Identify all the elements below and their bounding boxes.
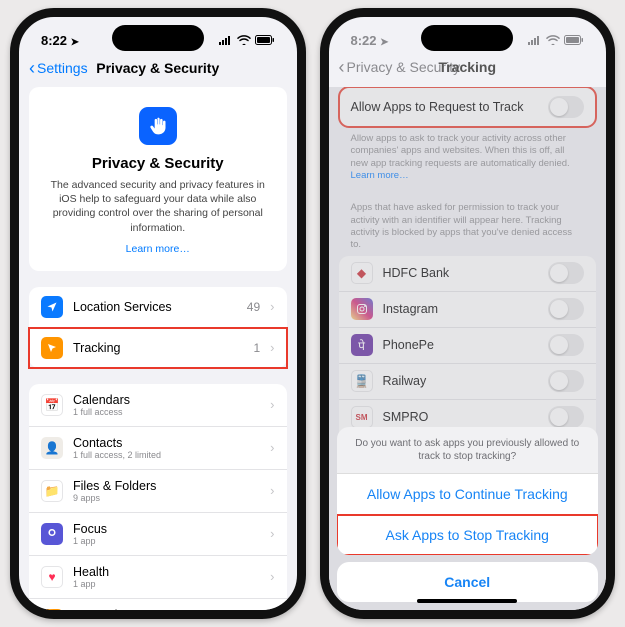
sheet-message: Do you want to ask apps you previously a… (337, 427, 599, 474)
learn-more-link[interactable]: Learn more… (351, 170, 409, 181)
row-label: Tracking (73, 341, 243, 355)
row-label: Files & Folders (73, 479, 260, 493)
group-data-access: 📅 Calendars 1 full access › 👤 Contacts 1… (29, 384, 287, 610)
list-row-focus[interactable]: Focus 1 app › (29, 513, 287, 556)
toggle[interactable] (548, 262, 584, 284)
chevron-right-icon: › (270, 526, 274, 541)
focus-icon (41, 523, 63, 545)
battery-icon (255, 35, 275, 45)
tracking-icon (41, 337, 63, 359)
intro-body: The advanced security and privacy featur… (45, 178, 271, 235)
dynamic-island (112, 25, 204, 51)
toggle[interactable] (548, 406, 584, 428)
row-label: Location Services (73, 300, 237, 314)
row-detail: 1 (253, 341, 260, 355)
chevron-right-icon: › (270, 483, 274, 498)
list-row-homekit[interactable]: HomeKit None › (29, 599, 287, 610)
files-icon: 📁 (41, 480, 63, 502)
row-label: PhonePe (383, 338, 539, 352)
footer-text-2: Apps that have asked for permission to t… (339, 196, 597, 251)
row-label: Calendars (73, 393, 260, 407)
list-row-health[interactable]: ♥ Health 1 app › (29, 556, 287, 599)
allow-tracking-toggle[interactable] (548, 96, 584, 118)
battery-icon (564, 35, 584, 45)
list-row-tracking[interactable]: Tracking 1 › (29, 328, 287, 368)
row-sub: 1 app (73, 579, 260, 589)
calendars-icon: 📅 (41, 394, 63, 416)
cancel-button[interactable]: Cancel (337, 562, 599, 602)
status-time: 8:22 ➤ (41, 33, 79, 48)
app-row-phonepe[interactable]: पे PhonePe (339, 328, 597, 364)
phone-right: 8:22 ➤ ‹ Privacy & Security Tracking All… (320, 8, 616, 619)
row-detail: 49 (247, 300, 260, 314)
wifi-icon (237, 35, 251, 45)
list-row-contacts[interactable]: 👤 Contacts 1 full access, 2 limited › (29, 427, 287, 470)
hand-icon (139, 107, 177, 145)
homekit-icon (41, 609, 63, 610)
status-icons (219, 35, 275, 45)
app-row-instagram[interactable]: Instagram (339, 292, 597, 328)
time-text: 8:22 (351, 33, 377, 48)
hdfc-icon: ◆ (351, 262, 373, 284)
phonepe-icon: पे (351, 334, 373, 356)
chevron-right-icon: › (270, 440, 274, 455)
instagram-icon (351, 298, 373, 320)
row-sub: 1 full access (73, 407, 260, 417)
toggle[interactable] (548, 370, 584, 392)
chevron-right-icon: › (270, 397, 274, 412)
cellular-icon (219, 35, 233, 45)
toggle[interactable] (548, 334, 584, 356)
contacts-icon: 👤 (41, 437, 63, 459)
chevron-right-icon: › (270, 299, 274, 314)
toggle[interactable] (548, 298, 584, 320)
chevron-right-icon: › (270, 340, 274, 355)
row-sub: 1 app (73, 536, 260, 546)
nav-bar: ‹ Settings Privacy & Security (19, 53, 297, 87)
location-arrow-icon: ➤ (380, 37, 388, 48)
row-label: HomeKit (73, 608, 260, 610)
page-title: Tracking (329, 59, 607, 75)
intro-card: Privacy & Security The advanced security… (29, 87, 287, 271)
learn-more-link[interactable]: Learn more… (126, 243, 190, 255)
allow-tracking-row[interactable]: Allow Apps to Request to Track (339, 87, 597, 127)
row-label: Contacts (73, 436, 260, 450)
app-row-hdfc[interactable]: ◆ HDFC Bank (339, 256, 597, 292)
time-text: 8:22 (41, 33, 67, 48)
row-sub: 9 apps (73, 493, 260, 503)
row-label: Allow Apps to Request to Track (351, 100, 524, 114)
chevron-right-icon: › (270, 569, 274, 584)
intro-heading: Privacy & Security (45, 155, 271, 172)
phone-left: 8:22 ➤ ‹ Settings Privacy & Security (10, 8, 306, 619)
railway-icon: 🚆 (351, 370, 373, 392)
action-sheet: Do you want to ask apps you previously a… (337, 427, 599, 602)
row-label: Focus (73, 522, 260, 536)
group-location-tracking: Location Services 49 › Tracking 1 › (29, 287, 287, 368)
smpro-icon: SM (351, 406, 373, 428)
location-arrow-icon: ➤ (71, 37, 79, 48)
allow-continue-button[interactable]: Allow Apps to Continue Tracking (337, 474, 599, 515)
footer-text-1: Allow apps to ask to track your activity… (339, 127, 597, 182)
status-icons (528, 35, 584, 45)
list-row-calendars[interactable]: 📅 Calendars 1 full access › (29, 384, 287, 427)
health-icon: ♥ (41, 566, 63, 588)
row-label: Instagram (383, 302, 539, 316)
list-row-files[interactable]: 📁 Files & Folders 9 apps › (29, 470, 287, 513)
location-icon (41, 296, 63, 318)
home-indicator[interactable] (417, 599, 517, 603)
app-row-railway[interactable]: 🚆 Railway (339, 364, 597, 400)
status-time: 8:22 ➤ (351, 33, 389, 48)
row-label: Railway (383, 374, 539, 388)
row-sub: 1 full access, 2 limited (73, 450, 260, 460)
ask-stop-button[interactable]: Ask Apps to Stop Tracking (337, 515, 599, 555)
list-row-location[interactable]: Location Services 49 › (29, 287, 287, 328)
nav-bar: ‹ Privacy & Security Tracking (329, 53, 607, 87)
cellular-icon (528, 35, 542, 45)
row-label: SMPRO (383, 410, 539, 424)
row-label: Health (73, 565, 260, 579)
row-label: HDFC Bank (383, 266, 539, 280)
wifi-icon (546, 35, 560, 45)
page-title: Privacy & Security (19, 60, 297, 76)
dynamic-island (421, 25, 513, 51)
